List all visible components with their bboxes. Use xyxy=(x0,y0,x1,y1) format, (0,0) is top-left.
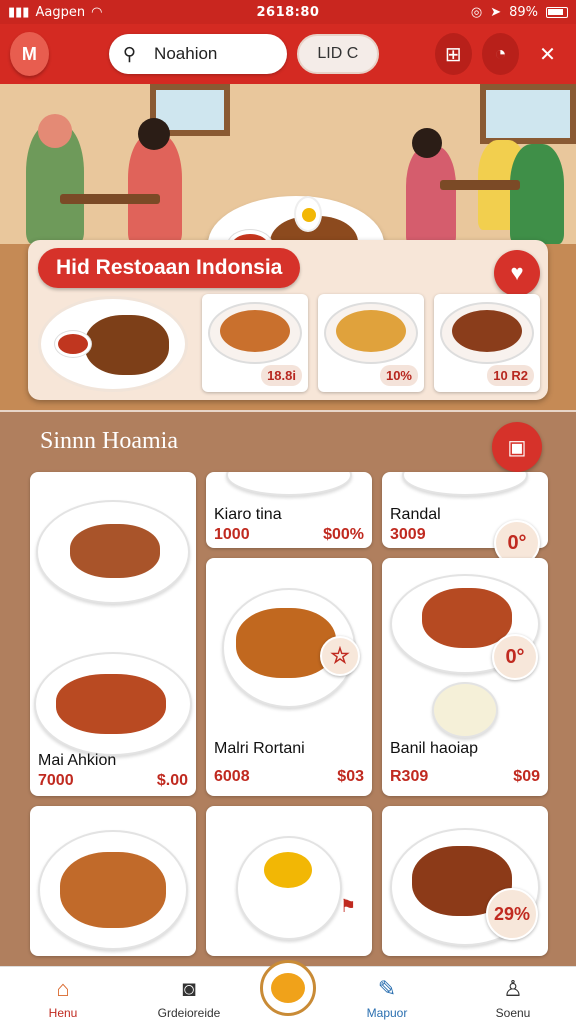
battery-percent: 89% xyxy=(509,4,538,20)
dish-discount: $03 xyxy=(337,768,364,785)
dish-price: R309 xyxy=(390,768,429,785)
discount-badge[interactable]: 0° xyxy=(492,634,538,680)
dish-discount: $09 xyxy=(513,768,540,785)
filter-pill[interactable]: LID C xyxy=(297,34,379,74)
status-time: 2618:80 xyxy=(256,4,320,20)
search-input[interactable]: Noahion xyxy=(154,44,217,64)
menu-card[interactable]: ⚑ xyxy=(206,806,372,956)
nav-label: Mapuor xyxy=(366,1006,408,1020)
menu-card[interactable]: 29% xyxy=(382,806,548,956)
table-illustration xyxy=(440,180,520,190)
nav-label: Grdeioreide xyxy=(157,1006,221,1020)
wifi-icon: ◠ xyxy=(91,4,103,20)
menu-card[interactable]: Kiaro tina 1000 $00% xyxy=(206,472,372,548)
diner-head xyxy=(38,114,72,148)
menu-card[interactable] xyxy=(30,806,196,956)
section-action-button[interactable]: ▣ xyxy=(492,422,542,472)
thumb-price: 10% xyxy=(379,365,418,386)
battery-icon xyxy=(546,6,568,18)
app-logo[interactable]: M xyxy=(10,32,49,76)
close-icon: ✕ xyxy=(539,43,556,66)
dish-discount: $00% xyxy=(323,526,364,543)
thumb-price: 10 R2 xyxy=(487,365,534,386)
edit-icon: ✎ xyxy=(377,976,397,1001)
featured-thumb[interactable]: 10 R2 xyxy=(434,294,540,392)
dish-price: 7000 xyxy=(38,772,74,789)
thumb-price: 18.8i xyxy=(261,365,302,386)
dish-price: 1000 xyxy=(214,526,250,543)
featured-thumb[interactable]: 10% xyxy=(318,294,424,392)
nav-profile[interactable]: ♙ Soenu xyxy=(458,976,568,1020)
store-icon: ⊞ xyxy=(444,43,462,66)
nav-center-button[interactable] xyxy=(260,960,316,1016)
diner-head xyxy=(138,118,170,150)
menu-card[interactable]: ☆ Malri Rortani 6008 $03 xyxy=(206,558,372,796)
calendar-icon: ▣ xyxy=(507,436,527,459)
clock-icon: ◔ xyxy=(494,42,507,65)
dish-image xyxy=(226,472,352,496)
menu-section: Sinnn Hoamia ▣ Mai Ahkion 7000 $.00 Kiar… xyxy=(0,410,576,970)
dish-name: Malri Rortani xyxy=(214,740,305,757)
close-button[interactable]: ✕ xyxy=(529,33,566,75)
nav-delivery[interactable]: ◙ Grdeioreide xyxy=(134,976,244,1020)
timer-button[interactable]: ◔ xyxy=(481,33,519,75)
dish-image xyxy=(402,472,528,496)
heart-icon: ♥ xyxy=(510,260,524,285)
app-screen: ▮▮▮ Aagpen ◠ 2618:80 ◎ ➤ 89% M ⚲ Noahion… xyxy=(0,0,576,1024)
dish-price: 6008 xyxy=(214,768,250,785)
star-badge[interactable]: ☆ xyxy=(320,636,360,676)
diner-illustration xyxy=(510,144,564,244)
dish-name: Mai Ahkion xyxy=(38,752,117,769)
app-bar: M ⚲ Noahion LID C ⊞ ◔ ✕ xyxy=(0,24,576,84)
menu-card[interactable]: Mai Ahkion 7000 $.00 xyxy=(30,472,196,796)
nav-home[interactable]: ⌂ Henu xyxy=(8,976,118,1020)
bottom-navigation: ⌂ Henu ◙ Grdeioreide ✎ Mapuor ♙ Soenu xyxy=(0,960,576,1024)
dish-name: Banil haoiap xyxy=(390,740,479,757)
bookmark-icon[interactable]: ⚑ xyxy=(340,896,356,917)
dish-name: Kiaro tina xyxy=(214,506,282,523)
dish-name: Randal xyxy=(390,506,441,523)
table-illustration xyxy=(60,194,160,204)
status-bar: ▮▮▮ Aagpen ◠ 2618:80 ◎ ➤ 89% xyxy=(0,0,576,24)
alarm-icon: ◎ xyxy=(470,4,483,20)
nav-label: Henu xyxy=(48,1006,78,1020)
search-bar[interactable]: ⚲ Noahion xyxy=(108,34,287,74)
search-icon: ⚲ xyxy=(122,43,137,64)
featured-thumb[interactable]: 18.8i xyxy=(202,294,308,392)
star-icon: ☆ xyxy=(330,643,350,668)
profile-icon: ♙ xyxy=(503,976,523,1001)
favorite-button[interactable]: ♥ xyxy=(494,250,540,296)
dish-discount: $.00 xyxy=(156,772,188,789)
discount-badge[interactable]: 29% xyxy=(486,888,538,940)
nav-label: Soenu xyxy=(495,1006,531,1020)
side-dish-image xyxy=(432,682,498,738)
window-illustration xyxy=(480,84,576,144)
camera-icon: ◙ xyxy=(182,976,196,1001)
dish-price: 3009 xyxy=(390,526,426,543)
featured-title: Hid Restoaan Indonsia xyxy=(38,248,301,288)
signal-icon: ▮▮▮ xyxy=(8,4,30,20)
section-title: Sinnn Hoamia xyxy=(40,428,178,454)
featured-dish-image xyxy=(38,296,188,392)
diner-illustration xyxy=(128,134,182,244)
food-icon xyxy=(271,973,305,1003)
carrier-label: Aagpen xyxy=(35,4,86,20)
featured-restaurant-card[interactable]: Hid Restoaan Indonsia ♥ 18.8i 10% 10 R2 xyxy=(28,240,548,400)
diner-illustration xyxy=(406,146,456,246)
location-icon: ➤ xyxy=(490,4,502,20)
nav-map[interactable]: ✎ Mapuor xyxy=(332,976,442,1020)
store-button[interactable]: ⊞ xyxy=(434,33,472,75)
menu-card[interactable]: 0° Banil haoiap R309 $09 xyxy=(382,558,548,796)
home-icon: ⌂ xyxy=(56,976,70,1001)
diner-head xyxy=(412,128,442,158)
